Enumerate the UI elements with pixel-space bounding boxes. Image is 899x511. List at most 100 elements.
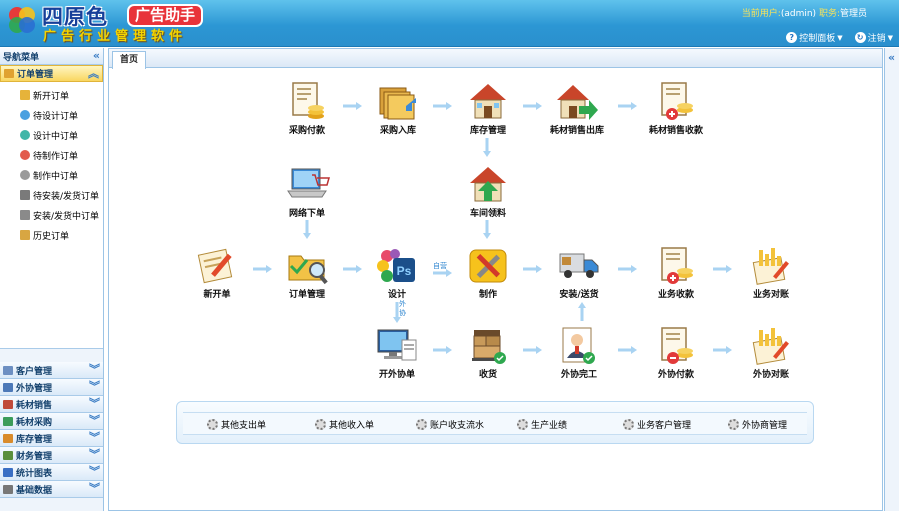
chart-icon [3,467,13,477]
node-outsource-reconcile[interactable]: 外协对账 [735,326,807,380]
user-info: 当前用户:(admin) 职务:管理员 [742,6,867,19]
link-outsource-vendors[interactable]: 外协商管理 [728,418,787,431]
node-label: 网络下单 [288,209,325,219]
gear-icon [20,170,30,180]
node-produce[interactable]: 制作 [452,246,524,300]
expand-icon: ︾ [89,465,100,478]
node-consumable-collect[interactable]: 耗材销售收款 [640,80,712,136]
collapse-sidebar-icon[interactable]: « [93,50,100,61]
invoice-plus-icon [661,82,693,120]
quick-links-inner: 其他支出单 其他收入单 账户收支流水 生产业绩 业务客户管理 外协商管理 [183,412,807,435]
svg-text:Ps: Ps [397,264,412,278]
link-production-performance[interactable]: 生产业绩 [517,418,567,431]
sidebar-item-label: 新开订单 [33,91,70,102]
sidebar-item-installing[interactable]: 安装/发货中订单 [0,205,103,225]
logout-menu[interactable]: ↻ 注销 ▼ [854,31,893,44]
node-label: 新开单 [203,290,231,300]
customer-icon [3,365,13,375]
expand-right-panel-icon[interactable]: « [885,48,899,64]
node-outsource-order[interactable]: 开外协单 [361,326,433,380]
app-header: 四原色 广告助手 广告行业管理软件 当前用户:(admin) 职务:管理员 ? … [0,0,899,47]
sidebar-item-label: 安装/发货中订单 [33,211,100,222]
node-workshop-material[interactable]: 车间领料 [452,163,524,219]
node-install[interactable]: 安装/送货 [543,246,615,300]
node-label: 收货 [478,370,497,380]
node-purchase-in[interactable]: 采购入库 [362,80,434,136]
gear-icon [517,419,528,430]
node-new-order[interactable]: 新开单 [181,246,253,300]
worker-check-icon [562,327,595,364]
node-label: 业务对账 [752,290,789,300]
node-label: 开外协单 [378,370,415,380]
node-design[interactable]: Ps 设计 [361,246,433,300]
link-other-expense[interactable]: 其他支出单 [207,418,266,431]
sidebar-item-pending-production[interactable]: 待制作订单 [0,145,103,165]
group-order-management[interactable]: 订单管理 ︽ [0,65,103,82]
sidebar-item-history[interactable]: 历史订单 [0,225,103,245]
node-business-collect[interactable]: 业务收款 [640,246,712,300]
monitor-document-icon [377,329,417,361]
sidebar-title-text: 导航菜单 [3,52,40,63]
sidebar-item-designing[interactable]: 设计中订单 [0,125,103,145]
tools-icon [469,249,507,283]
boxes-check-icon [472,330,506,364]
node-business-reconcile[interactable]: 业务对账 [735,246,807,300]
node-order-management[interactable]: 订单管理 [271,246,343,300]
group-customer[interactable]: 客户管理 ︾ [0,362,103,379]
tab-home[interactable]: 首页 [112,51,147,69]
control-panel-label: 控制面板 [799,34,836,44]
current-user-label: 当前用户: [741,9,781,19]
link-label: 外协商管理 [742,421,788,431]
link-label: 账户收支流水 [430,421,485,431]
node-online-order[interactable]: 网络下单 [271,163,343,219]
bar-chart-icon [752,248,789,285]
group-outsource[interactable]: 外协管理 ︾ [0,379,103,396]
expand-icon: ︾ [89,380,100,393]
node-consumable-out[interactable]: 耗材销售出库 [541,80,613,136]
sidebar-item-pending-install[interactable]: 待安装/发货订单 [0,185,103,205]
node-outsource-pay[interactable]: 外协付款 [640,326,712,380]
node-receive[interactable]: 收货 [452,326,524,380]
group-inventory[interactable]: 库存管理 ︾ [0,430,103,447]
sidebar-item-pending-design[interactable]: 待设计订单 [0,105,103,125]
control-panel-menu[interactable]: ? 控制面板 ▼ [786,31,843,44]
group-label: 耗材采购 [16,417,53,428]
group-consumable-sales[interactable]: 耗材销售 ︾ [0,396,103,413]
finance-icon [3,450,13,460]
caret-down-icon: ▼ [837,33,843,42]
sidebar-item-new-order[interactable]: 新开订单 [0,85,103,105]
database-icon [3,484,13,494]
expand-icon: ︾ [89,448,100,461]
node-outsource-done[interactable]: 外协完工 [543,326,615,380]
node-purchase-pay[interactable]: 采购付款 [271,80,343,136]
help-icon: ? [786,32,798,43]
sidebar-item-label: 待安装/发货订单 [33,191,100,202]
group-label: 耗材销售 [16,400,53,411]
node-label: 外协付款 [657,370,694,380]
tools-icon [20,190,30,200]
folder-search-icon [288,255,328,285]
notepad-pen-icon [197,248,233,284]
gear-icon [623,419,634,430]
sidebar-item-label: 待设计订单 [33,111,79,122]
link-other-income[interactable]: 其他收入单 [315,418,374,431]
expand-icon: ︾ [89,397,100,410]
photoshop-icon: Ps [377,249,415,282]
sidebar-item-label: 待制作订单 [33,151,79,162]
group-consumable-purchase[interactable]: 耗材采购 ︾ [0,413,103,430]
group-finance[interactable]: 财务管理 ︾ [0,447,103,464]
node-inventory[interactable]: 库存管理 [452,80,524,136]
link-business-customers[interactable]: 业务客户管理 [623,418,691,431]
users-icon [3,382,13,392]
sidebar-item-producing[interactable]: 制作中订单 [0,165,103,185]
globe-icon [20,150,30,160]
order-menu-list: 新开订单 待设计订单 设计中订单 待制作订单 制作中订单 待安装/发货订单 安装… [0,82,103,349]
invoice-plus-icon [661,247,693,284]
top-nav: ? 控制面板 ▼ ↻ 注销 ▼ [786,31,893,44]
group-basic-data[interactable]: 基础数据 ︾ [0,481,103,498]
caret-down-icon: ▼ [887,33,893,42]
link-account-flow[interactable]: 账户收支流水 [416,418,484,431]
group-statistics[interactable]: 统计图表 ︾ [0,464,103,481]
logo-icon [9,7,35,33]
truck-icon [559,253,599,278]
